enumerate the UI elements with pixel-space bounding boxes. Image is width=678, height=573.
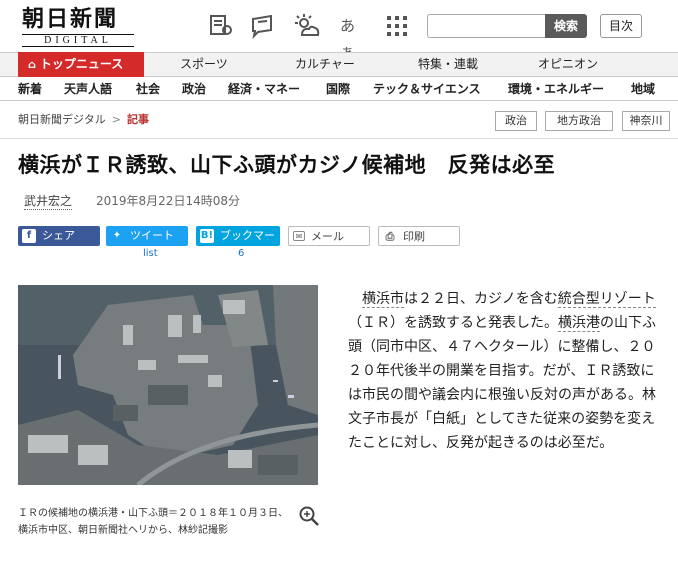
nav-top-news[interactable]: ⌂ トップニュース [18,52,144,77]
body-text [348,291,362,307]
mail-label: メール [311,230,344,243]
nav-tensei[interactable]: 天声人語 [64,78,112,100]
breadcrumb-home[interactable]: 朝日新聞デジタル [18,113,106,126]
hatena-icon: B! [200,229,214,243]
tag-local-politics[interactable]: 地方政治 [545,111,613,131]
home-icon: ⌂ [28,58,36,71]
twitter-share-button[interactable]: ✦ ツイート [106,226,188,246]
primary-nav: ⌂ トップニュース スポーツ カルチャー 特集・連載 オピニオン [0,52,678,77]
article-photo[interactable] [18,285,318,485]
keyword-link[interactable]: 横浜港 [558,315,600,332]
facebook-share-button[interactable]: f シェア [18,226,100,246]
nav-sports[interactable]: スポーツ [180,53,228,76]
toc-button[interactable]: 目次 [600,14,642,38]
logo-text: 朝日新聞 [22,6,119,32]
nav-economy[interactable]: 経済・マネー [228,78,300,100]
photo-caption: ＩＲの候補地の横浜港・山下ふ頭＝２０１８年１０月３日、横浜市中区、朝日新聞社ヘリ… [18,508,288,536]
app-icon[interactable] [208,13,234,39]
keyword-link[interactable]: 横浜市 [362,291,404,308]
divider [0,138,678,139]
nav-politics[interactable]: 政治 [182,78,206,100]
facebook-share-label: シェア [42,229,75,242]
hatena-bookmark-button[interactable]: B! ブックマーク [196,226,280,262]
body-text: （ＩＲ）を誘致すると発表した。 [348,315,558,331]
facebook-icon: f [22,229,36,243]
site-header: 朝日新聞 DIGITAL あぁ [0,0,678,61]
secondary-nav: 新着 天声人語 社会 政治 経済・マネー 国際 テック＆サイエンス 環境・エネル… [0,78,678,101]
print-icon: ⎙ [385,230,395,243]
body-text: は２２日、カジノを含む [404,291,558,307]
logo-subtext: DIGITAL [22,34,134,47]
nav-features[interactable]: 特集・連載 [418,53,478,76]
twitter-icon: ✦ [112,230,122,241]
font-size-toggle[interactable]: あぁ [340,13,366,61]
twitter-count[interactable]: list [143,248,158,260]
breadcrumb: 朝日新聞デジタル > 記事 [18,113,149,127]
article-date: 2019年8月22日14時08分 [96,194,240,208]
hatena-count[interactable]: 6 [238,248,244,260]
article-author[interactable]: 武井宏之 [24,193,73,210]
breadcrumb-current: 記事 [127,113,149,126]
nav-culture[interactable]: カルチャー [295,53,355,76]
nav-environment[interactable]: 環境・エネルギー [508,78,604,100]
nav-regional[interactable]: 地域 [631,78,655,100]
zoom-icon[interactable] [298,505,320,527]
tag-politics[interactable]: 政治 [495,111,537,131]
nav-latest[interactable]: 新着 [18,78,42,100]
search-button[interactable]: 検索 [545,14,587,38]
twitter-share-label: ツイート [130,229,174,242]
print-button[interactable]: ⎙ 印刷 [378,226,460,246]
breadcrumb-separator: > [111,113,121,126]
nav-tech-science[interactable]: テック＆サイエンス [373,78,481,100]
keyword-link[interactable]: 統合型リゾート [557,291,656,308]
site-logo[interactable]: 朝日新聞 DIGITAL [22,6,134,47]
weather-icon[interactable] [294,13,320,39]
nav-opinion[interactable]: オピニオン [538,53,598,76]
news-icon[interactable] [250,13,276,39]
article-page: 朝日新聞 DIGITAL あぁ [0,0,678,573]
nav-international[interactable]: 国際 [326,78,350,100]
search-input[interactable] [427,14,545,38]
mail-button[interactable]: ✉ メール [288,226,370,246]
print-label: 印刷 [403,230,425,243]
nav-society[interactable]: 社会 [136,78,160,100]
mail-icon: ✉ [293,231,305,241]
tag-kanagawa[interactable]: 神奈川 [622,111,670,131]
article-body: 横浜市は２２日、カジノを含む統合型リゾート （ＩＲ）を誘致すると発表した。横浜港の… [348,287,658,455]
grid-menu-icon[interactable] [384,13,410,39]
body-text: の山下ふ頭（同市中区、４７ヘクタール）に整備し、２０２０年代後半の開業を目指す。… [348,315,656,451]
article-title: 横浜がＩＲ誘致、山下ふ頭がカジノ候補地 反発は必至 [18,153,556,177]
nav-top-news-label: トップニュース [39,57,124,71]
